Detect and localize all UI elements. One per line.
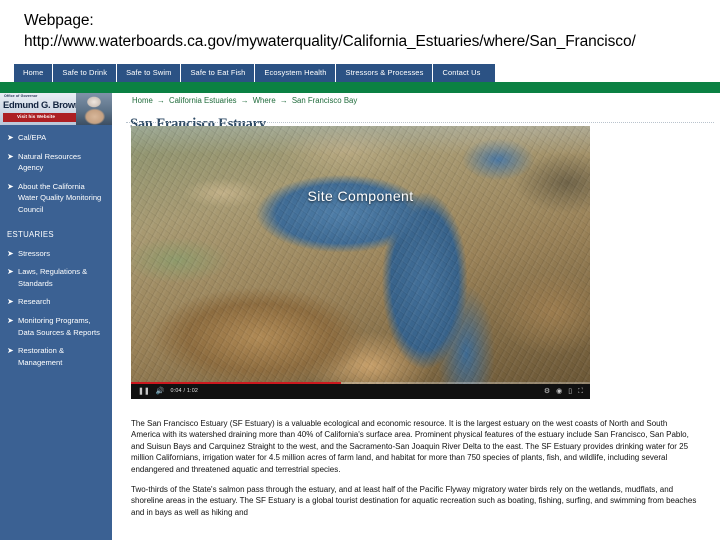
nav-item-contact-us[interactable]: Contact Us (433, 64, 494, 82)
sidebar-estuary-links: ➤ Stressors ➤ Laws, Regulations & Standards… (0, 248, 112, 369)
bullet-arrow-icon: ➤ (7, 181, 14, 191)
nav-item-ecosystem-health[interactable]: Ecosystem Health (255, 64, 337, 82)
gear-icon[interactable]: ⚙ (541, 384, 553, 399)
breadcrumb-separator-icon: → (277, 96, 290, 105)
sidebar-item-label: Research (18, 297, 51, 307)
sidebar-item-monitoring-programs-data-sources-reports[interactable]: ➤ Monitoring Programs, Data Sources & Rep… (0, 315, 112, 338)
video-frame-terrain-image[interactable]: Site Component (131, 126, 590, 384)
breadcrumb-item-where[interactable]: Where (253, 96, 276, 105)
breadcrumb[interactable]: Home → California Estuaries → Where → Sa… (132, 96, 357, 105)
breadcrumb-separator-icon: → (154, 96, 167, 105)
video-time-display: 0:04 / 1:02 (170, 388, 199, 394)
sidebar-item-cal-epa[interactable]: ➤ Cal/EPA (0, 132, 112, 144)
video-player[interactable]: Site Component ❚❚ 🔊 0:04 / 1:02 ⚙ ◉ ▯ ⛶ (131, 126, 590, 399)
closed-caption-icon[interactable]: ◉ (553, 384, 565, 399)
sidebar-item-about-the-california-water-quality-monitoring-council[interactable]: ➤ About the California Water Quality Moni… (0, 181, 112, 216)
sidebar-item-restoration-management[interactable]: ➤ Restoration & Management (0, 345, 112, 368)
video-overlay-label: Site Component (307, 188, 414, 204)
nav-item-stressors-processes[interactable]: Stressors & Processes (336, 64, 434, 82)
nav-item-safe-to-swim[interactable]: Safe to Swim (117, 64, 182, 82)
breadcrumb-item-san-francisco-bay[interactable]: San Francisco Bay (292, 96, 357, 105)
sidebar-section-heading: ESTUARIES (7, 229, 54, 239)
title-divider (126, 122, 714, 123)
governor-banner[interactable]: Office of Governor Edmund G. Brown Jr. V… (0, 93, 112, 125)
breadcrumb-item-home[interactable]: Home (132, 96, 153, 105)
bullet-arrow-icon: ➤ (7, 346, 14, 356)
green-divider-bar (0, 82, 720, 93)
governor-visit-button[interactable]: Visit his Website (3, 113, 77, 122)
bullet-arrow-icon: ➤ (7, 133, 14, 142)
nav-item-safe-to-eat-fish[interactable]: Safe to Eat Fish (181, 64, 256, 82)
bullet-arrow-icon: ➤ (7, 248, 14, 258)
bullet-arrow-icon: ➤ (7, 315, 14, 325)
sidebar-item-label: Natural Resources Agency (18, 151, 81, 173)
sidebar-item-label: Stressors (18, 248, 51, 258)
sidebar-item-laws-regulations-standards[interactable]: ➤ Laws, Regulations & Standards (0, 266, 112, 289)
governor-eyebrow-label: Office of Governor (4, 94, 38, 98)
body-paragraph: Two-thirds of the State's salmon pass th… (131, 485, 697, 517)
nav-item-safe-to-drink[interactable]: Safe to Drink (53, 64, 118, 82)
body-copy: The San Francisco Estuary (SF Estuary) i… (131, 418, 697, 527)
bullet-arrow-icon: ➤ (7, 297, 14, 307)
breadcrumb-separator-icon: → (238, 96, 251, 105)
main-content: Home → California Estuaries → Where → Sa… (112, 93, 720, 540)
sidebar-item-label: Monitoring Programs, Data Sources & Repo… (18, 315, 100, 337)
left-sidebar: Office of Governor Edmund G. Brown Jr. V… (0, 93, 112, 540)
breadcrumb-item-california-estuaries[interactable]: California Estuaries (169, 96, 237, 105)
body-paragraph: The San Francisco Estuary (SF Estuary) i… (131, 419, 689, 474)
volume-icon[interactable]: 🔊 (153, 384, 168, 399)
nav-item-home[interactable]: Home (14, 64, 54, 82)
bullet-arrow-icon: ➤ (7, 267, 14, 277)
video-control-bar[interactable]: ❚❚ 🔊 0:04 / 1:02 ⚙ ◉ ▯ ⛶ (131, 384, 590, 399)
sidebar-item-research[interactable]: ➤ Research (0, 296, 112, 308)
governor-visit-label: Visit his Website (17, 114, 56, 119)
bullet-arrow-icon: ➤ (7, 151, 14, 161)
sidebar-agency-links: ➤ Cal/EPA ➤ Natural Resources Agency ➤ About … (0, 132, 112, 216)
sidebar-item-label: Laws, Regulations & Standards (18, 267, 88, 288)
sidebar-item-stressors[interactable]: ➤ Stressors (0, 248, 112, 260)
site-top-navigation[interactable]: Home Safe to Drink Safe to Swim Safe to Eat… (14, 64, 495, 82)
sidebar-item-label: Restoration & Management (18, 346, 65, 367)
fullscreen-icon[interactable]: ⛶ (575, 384, 586, 399)
webpage-url-caption: Webpage: http://www.waterboards.ca.gov/m… (24, 12, 636, 50)
sidebar-item-label: Cal/EPA (18, 133, 47, 142)
sidebar-item-natural-resources-agency[interactable]: ➤ Natural Resources Agency (0, 151, 112, 174)
sidebar-item-label: About the California Water Quality Monit… (18, 181, 102, 214)
governor-portrait-image (76, 93, 112, 125)
theater-mode-icon[interactable]: ▯ (565, 384, 575, 399)
pause-icon[interactable]: ❚❚ (135, 384, 153, 399)
